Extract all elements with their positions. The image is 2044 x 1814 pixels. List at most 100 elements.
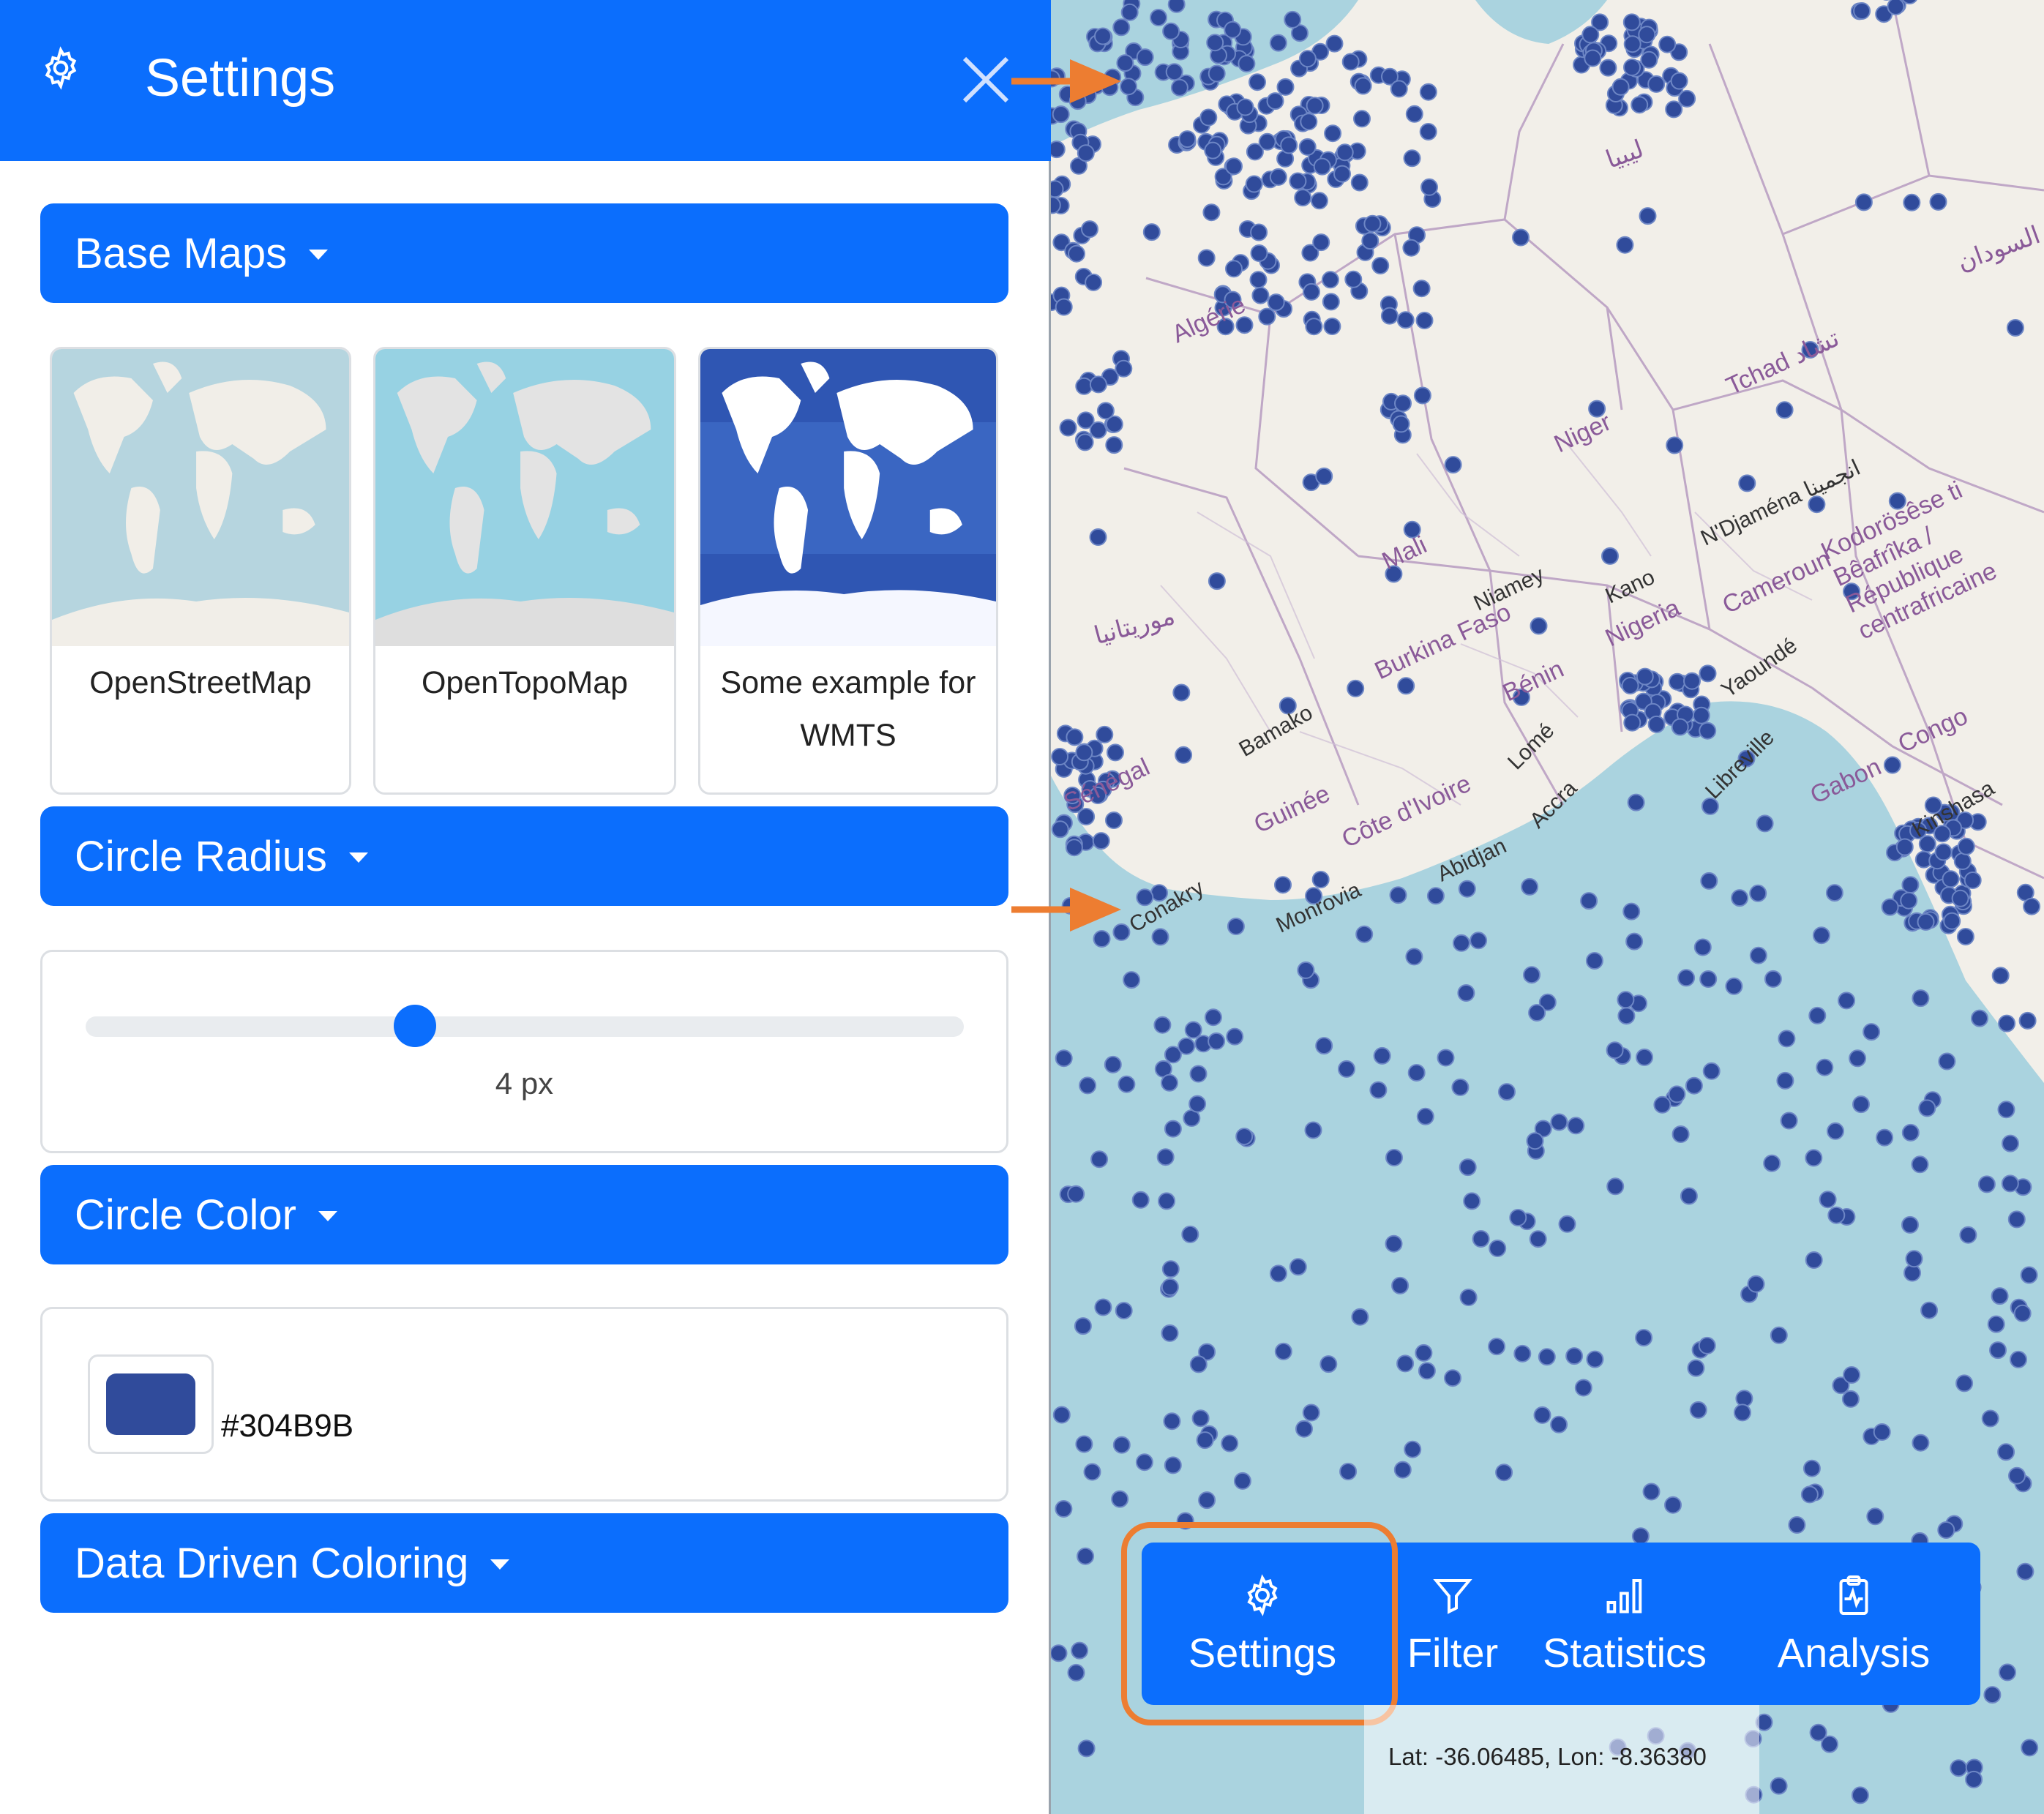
map-marker[interactable] [1738,474,1756,492]
map-marker[interactable] [1498,1083,1516,1101]
map-marker[interactable] [1965,1770,1983,1788]
map-marker[interactable] [1749,884,1767,902]
map-marker[interactable] [1071,1641,1089,1660]
map-marker[interactable] [1198,1491,1216,1510]
map-marker[interactable] [1412,280,1431,298]
map-marker[interactable] [1749,946,1767,964]
map-marker[interactable] [1338,1060,1355,1078]
map-marker[interactable] [1191,1409,1210,1428]
base-maps-toggle[interactable]: Base Maps [40,203,1008,303]
map-marker[interactable] [1344,270,1363,288]
map-marker[interactable] [1521,877,1539,896]
map-marker[interactable] [1636,667,1654,686]
map-marker[interactable] [1269,34,1287,52]
map-marker[interactable] [1351,1308,1369,1326]
map-marker[interactable] [1463,1192,1481,1210]
map-marker[interactable] [1306,97,1324,115]
map-marker[interactable] [1689,1401,1707,1419]
map-marker[interactable] [1251,286,1270,304]
map-marker[interactable] [1089,528,1107,546]
map-marker[interactable] [1136,48,1154,67]
map-marker[interactable] [1235,1128,1254,1146]
map-marker[interactable] [1699,722,1717,740]
map-marker[interactable] [1385,1149,1403,1166]
map-marker[interactable] [1843,1366,1861,1384]
map-marker[interactable] [1458,880,1476,898]
map-marker[interactable] [1324,124,1342,143]
map-marker[interactable] [1983,1686,2002,1704]
statistics-tab-button[interactable]: Statistics [1522,1543,1727,1705]
map-marker[interactable] [1079,1076,1097,1095]
map-marker[interactable] [1300,113,1318,131]
map-marker[interactable] [1953,852,1972,870]
map-marker[interactable] [1699,664,1717,683]
map-marker[interactable] [1991,967,2010,985]
map-marker[interactable] [1631,96,1649,114]
map-marker[interactable] [1373,1046,1391,1065]
map-marker[interactable] [1635,1329,1653,1347]
map-marker[interactable] [1873,1423,1891,1441]
map-marker[interactable] [1778,1030,1796,1048]
data-driven-coloring-toggle[interactable]: Data Driven Coloring [40,1513,1008,1613]
map-marker[interactable] [1197,249,1216,267]
map-marker[interactable] [1115,1302,1133,1320]
map-marker[interactable] [1085,273,1103,291]
circle-color-toggle[interactable]: Circle Color [40,1165,1008,1264]
map-marker[interactable] [1565,1347,1584,1365]
map-marker[interactable] [1523,966,1541,984]
map-marker[interactable] [1420,178,1438,196]
map-marker[interactable] [1671,718,1689,736]
map-marker[interactable] [1233,1472,1251,1490]
map-marker[interactable] [1208,64,1226,83]
map-marker[interactable] [1142,223,1161,241]
map-marker[interactable] [1623,713,1641,732]
map-marker[interactable] [1827,1122,1844,1140]
map-marker[interactable] [1733,1403,1751,1422]
map-marker[interactable] [1081,220,1098,239]
map-marker[interactable] [1838,992,1856,1010]
map-marker[interactable] [1937,1521,1955,1539]
map-marker[interactable] [1189,1355,1208,1373]
map-marker[interactable] [1204,1008,1222,1027]
map-marker[interactable] [1808,1006,1827,1024]
map-marker[interactable] [1158,1192,1176,1210]
map-marker[interactable] [1470,932,1488,950]
map-marker[interactable] [1312,233,1330,252]
map-marker[interactable] [1096,725,1114,743]
map-marker[interactable] [1118,1075,1136,1093]
map-marker[interactable] [1998,1014,2016,1032]
map-marker[interactable] [1670,72,1688,90]
map-marker[interactable] [1165,63,1183,81]
map-marker[interactable] [1115,359,1133,378]
map-marker[interactable] [1112,1436,1131,1454]
map-marker[interactable] [1393,1461,1412,1479]
map-marker[interactable] [2001,1174,2019,1193]
map-marker[interactable] [1951,889,1969,907]
map-marker[interactable] [1987,1315,2005,1333]
map-marker[interactable] [1658,35,1677,53]
map-marker[interactable] [1361,232,1379,250]
map-marker[interactable] [1225,157,1243,176]
map-marker[interactable] [1305,318,1323,336]
map-marker[interactable] [1172,683,1191,702]
map-marker[interactable] [1156,1148,1175,1166]
map-marker[interactable] [1918,1099,1936,1117]
map-marker[interactable] [1526,1132,1544,1150]
map-marker[interactable] [1267,293,1285,312]
map-marker[interactable] [1315,467,1333,485]
map-marker[interactable] [1881,898,1899,916]
map-marker[interactable] [1580,892,1598,910]
map-marker[interactable] [1055,1049,1073,1068]
map-marker[interactable] [1313,157,1331,176]
map-marker[interactable] [1841,1390,1860,1408]
map-marker[interactable] [1853,2,1871,20]
map-marker[interactable] [1756,814,1774,833]
map-marker[interactable] [1353,110,1371,128]
map-marker[interactable] [1581,26,1600,44]
map-marker[interactable] [1903,193,1921,211]
map-marker[interactable] [1289,1258,1307,1276]
map-marker[interactable] [1671,1125,1690,1143]
map-marker[interactable] [1394,394,1412,413]
map-marker[interactable] [1112,18,1131,37]
map-marker[interactable] [1089,421,1107,439]
